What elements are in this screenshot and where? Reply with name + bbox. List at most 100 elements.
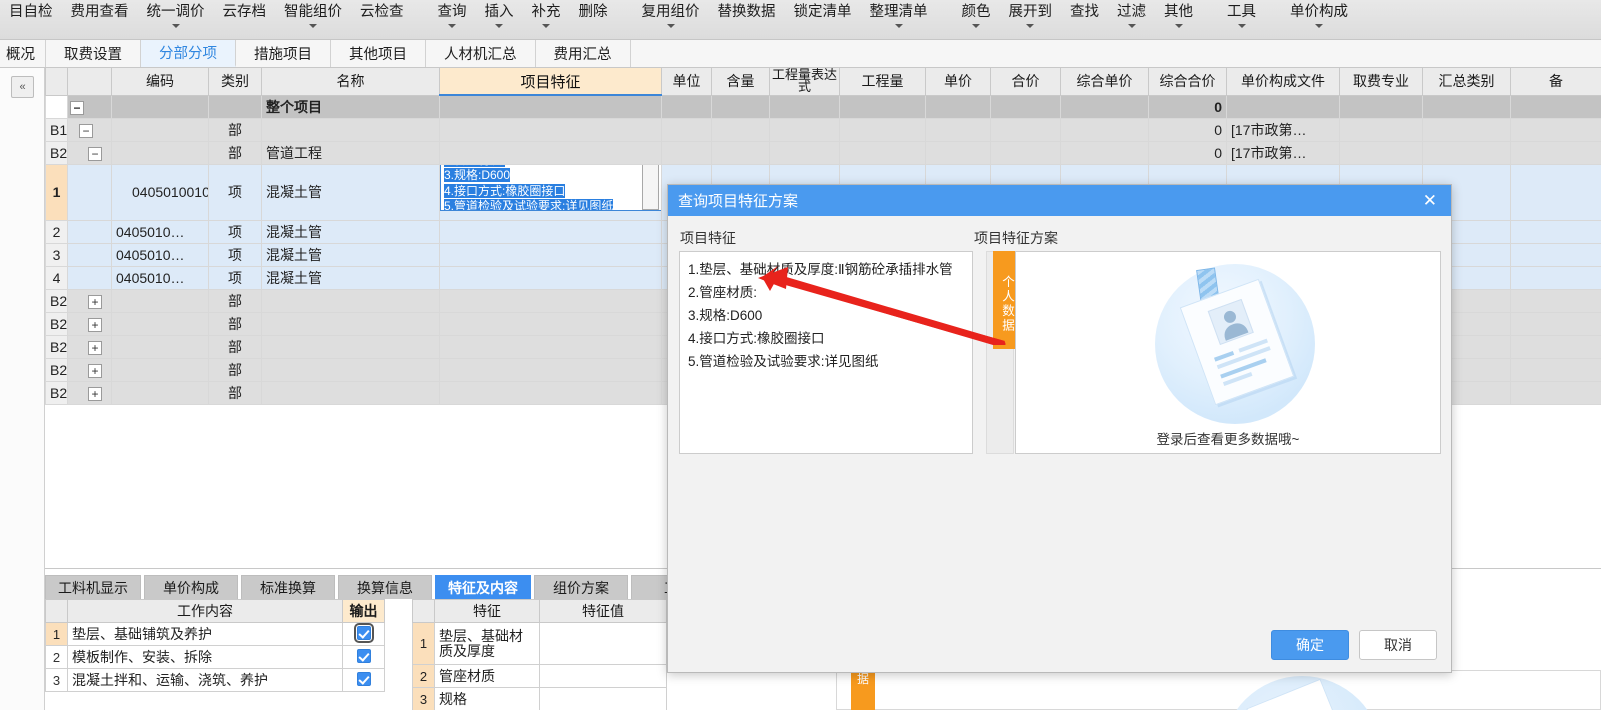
bottom-tab-换算信息[interactable]: 换算信息 <box>338 575 432 599</box>
ribbon-item-15[interactable]: 展开到 <box>1000 0 1062 28</box>
grid-cell-idx[interactable]: B2 <box>45 357 68 382</box>
work-content-text[interactable]: 垫层、基础铺筑及养护 <box>67 622 343 646</box>
grid-cell-note[interactable] <box>1510 117 1601 142</box>
grid-cell-note[interactable] <box>1510 311 1601 336</box>
ribbon-item-0[interactable]: 目自检 <box>0 0 62 28</box>
grid-cell-tree[interactable]: + <box>67 357 112 382</box>
grid-cell-idx[interactable]: 2 <box>45 219 68 244</box>
grid-cell-ctotal[interactable]: 0 <box>1148 94 1227 119</box>
grid-cell-kind[interactable]: 部 <box>208 288 262 313</box>
grid-column-header-8[interactable]: 工程量表达式 <box>769 68 840 96</box>
grid-cell-feature[interactable] <box>439 357 662 382</box>
grid-cell-code[interactable] <box>111 311 209 336</box>
tree-collapse-icon[interactable]: − <box>79 123 93 138</box>
grid-cell-qty[interactable] <box>839 94 926 119</box>
grid-cell-idx[interactable]: B2 <box>45 140 68 165</box>
grid-cell-name[interactable]: 混凝土管 <box>261 219 440 244</box>
grid-cell-unit[interactable] <box>661 94 712 119</box>
background-personal-data-tab[interactable]: 据 <box>851 672 875 710</box>
chevron-down-icon[interactable] <box>171 24 180 28</box>
grid-cell-idx[interactable]: B2 <box>45 311 68 336</box>
work-col-header-2[interactable]: 输出 <box>342 599 385 623</box>
list-item[interactable]: 3 规格 <box>412 687 667 710</box>
grid-cell-kind[interactable]: 部 <box>208 117 262 142</box>
grid-cell-cat[interactable] <box>1422 117 1511 142</box>
feature-col-header-0[interactable] <box>412 599 435 623</box>
grid-cell-name[interactable] <box>261 380 440 405</box>
feature-name[interactable]: 规格 <box>434 687 540 710</box>
grid-cell-content[interactable] <box>711 117 770 142</box>
grid-column-header-5[interactable]: 项目特征 <box>439 68 662 96</box>
grid-cell-name[interactable] <box>261 288 440 313</box>
feature-list-item[interactable]: 2.管座材质: <box>688 281 964 304</box>
grid-column-header-0[interactable] <box>45 68 68 96</box>
editor-scrollbar[interactable] <box>642 165 659 210</box>
grid-cell-feature[interactable] <box>439 219 662 244</box>
work-col-header-1[interactable]: 工作内容 <box>67 599 343 623</box>
chevron-down-icon[interactable] <box>1127 24 1136 28</box>
chevron-down-icon[interactable] <box>1237 24 1246 28</box>
tree-expand-icon[interactable]: + <box>88 363 102 378</box>
tree-expand-icon[interactable]: + <box>88 294 102 309</box>
grid-cell-idx[interactable]: 3 <box>45 242 68 267</box>
work-content-table-wrap[interactable]: 工作内容 输出 1 垫层、基础铺筑及养护 2 模板制作、安装、拆除 3 混凝土拌和、运输、浇… <box>45 599 385 692</box>
grid-cell-name[interactable]: 整个项目 <box>261 94 440 119</box>
tab-费用汇总[interactable]: 费用汇总 <box>535 40 631 67</box>
grid-cell-file[interactable] <box>1226 94 1340 119</box>
chevron-down-icon[interactable] <box>309 24 317 28</box>
feature-list-item[interactable]: 3.规格:D600 <box>688 304 964 327</box>
grid-cell-idx[interactable]: 1 <box>45 163 68 221</box>
feature-value-table-wrap[interactable]: 特征 特征值 1 垫层、基础材质及厚度 2 管座材质 3 规格 <box>412 599 667 710</box>
feature-name[interactable]: 垫层、基础材质及厚度 <box>434 622 540 665</box>
list-item[interactable]: 1 垫层、基础材质及厚度 <box>412 622 667 665</box>
grid-cell-cprice[interactable] <box>1060 140 1149 165</box>
grid-cell-feature[interactable] <box>439 242 662 267</box>
ribbon-item-5[interactable]: 云检查 <box>351 0 413 28</box>
grid-cell-code[interactable]: 0405010… <box>111 219 209 244</box>
grid-cell-file[interactable]: [17市政第… <box>1226 140 1340 165</box>
work-col-header-0[interactable] <box>45 599 68 623</box>
grid-cell-feature[interactable] <box>439 117 662 142</box>
table-row[interactable]: − 整个项目 0 <box>45 94 1601 119</box>
list-item[interactable]: 2 管座材质 <box>412 664 667 688</box>
grid-cell-feature[interactable]: 1.垫层、基础材质及厚度:Ⅱ钢筋砼承插排水管2.管座材质:3.规格:D6004.… <box>439 163 662 221</box>
ribbon-item-14[interactable]: 颜色 <box>953 0 1000 28</box>
grid-cell-kind[interactable]: 部 <box>208 357 262 382</box>
tree-expand-icon[interactable]: + <box>88 317 102 332</box>
tree-collapse-icon[interactable]: − <box>88 146 102 161</box>
grid-column-header-3[interactable]: 类别 <box>208 68 262 96</box>
feature-list-item[interactable]: 4.接口方式:橡胶圈接口 <box>688 327 964 350</box>
grid-cell-expr[interactable] <box>769 140 840 165</box>
cancel-button[interactable]: 取消 <box>1359 630 1437 660</box>
grid-cell-name[interactable] <box>261 334 440 359</box>
grid-column-header-2[interactable]: 编码 <box>111 68 209 96</box>
ribbon-item-4[interactable]: 智能组价 <box>275 0 351 28</box>
grid-cell-unit[interactable] <box>661 140 712 165</box>
grid-cell-tree[interactable] <box>67 163 112 221</box>
grid-cell-tree[interactable]: − <box>67 94 112 119</box>
grid-column-header-6[interactable]: 单位 <box>661 68 712 96</box>
grid-cell-kind[interactable]: 项 <box>208 219 262 244</box>
grid-cell-code[interactable]: 0405010… <box>111 242 209 267</box>
ribbon-item-20[interactable]: 单价构成 <box>1281 0 1357 28</box>
chevron-down-icon[interactable] <box>972 24 980 28</box>
tree-expand-icon[interactable]: + <box>88 340 102 355</box>
grid-cell-major[interactable] <box>1339 94 1423 119</box>
grid-cell-kind[interactable]: 部 <box>208 140 262 165</box>
grid-cell-cprice[interactable] <box>1060 117 1149 142</box>
grid-column-header-14[interactable]: 单价构成文件 <box>1226 68 1340 96</box>
grid-cell-tree[interactable]: − <box>67 140 112 165</box>
grid-cell-idx[interactable]: B2 <box>45 288 68 313</box>
work-content-text[interactable]: 模板制作、安装、拆除 <box>67 645 343 669</box>
grid-cell-note[interactable] <box>1510 242 1601 267</box>
grid-cell-code[interactable] <box>111 288 209 313</box>
grid-cell-note[interactable] <box>1510 140 1601 165</box>
grid-cell-tree[interactable]: + <box>67 334 112 359</box>
grid-cell-feature[interactable] <box>439 311 662 336</box>
grid-cell-name[interactable]: 混凝土管 <box>261 265 440 290</box>
grid-cell-qty[interactable] <box>839 117 926 142</box>
chevron-down-icon[interactable] <box>448 24 456 28</box>
chevron-down-icon[interactable] <box>495 24 503 28</box>
grid-cell-name[interactable] <box>261 357 440 382</box>
grid-cell-name[interactable] <box>261 117 440 142</box>
